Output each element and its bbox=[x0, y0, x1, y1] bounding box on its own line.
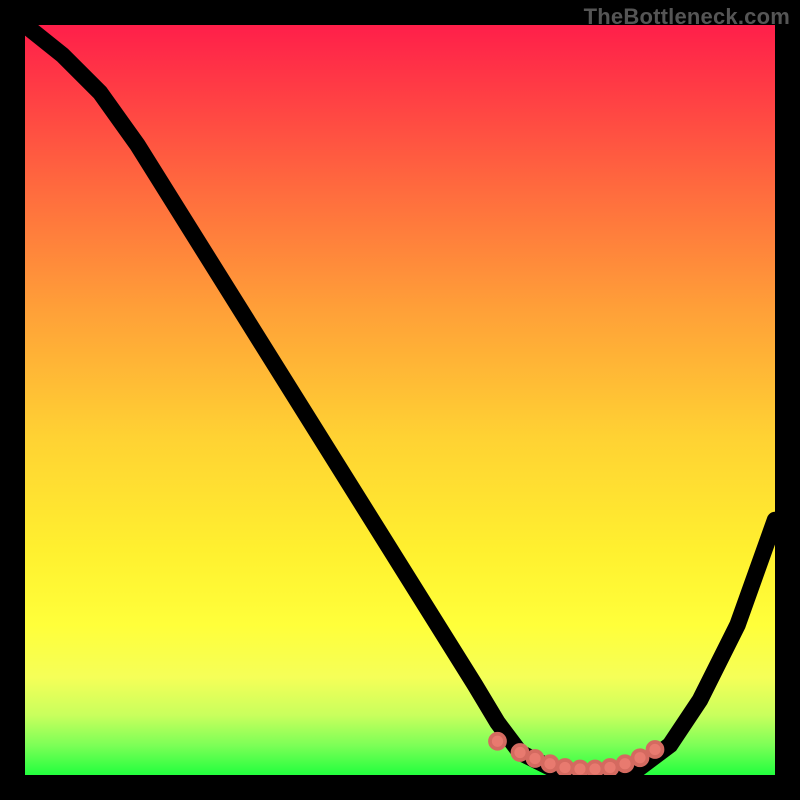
plot-area bbox=[25, 25, 775, 775]
marker-dot bbox=[573, 762, 588, 776]
watermark-text: TheBottleneck.com bbox=[584, 4, 790, 30]
marker-dot bbox=[603, 760, 618, 775]
marker-dot bbox=[648, 742, 663, 757]
marker-dot bbox=[513, 745, 528, 760]
marker-dot bbox=[528, 751, 543, 766]
bottleneck-curve bbox=[25, 25, 775, 775]
chart-svg bbox=[25, 25, 775, 775]
marker-dot bbox=[633, 750, 648, 765]
marker-dot bbox=[490, 734, 505, 749]
marker-dot bbox=[558, 760, 573, 775]
marker-dot bbox=[588, 762, 603, 776]
chart-frame: TheBottleneck.com bbox=[0, 0, 800, 800]
marker-dot bbox=[618, 756, 633, 771]
marker-dot bbox=[543, 756, 558, 771]
